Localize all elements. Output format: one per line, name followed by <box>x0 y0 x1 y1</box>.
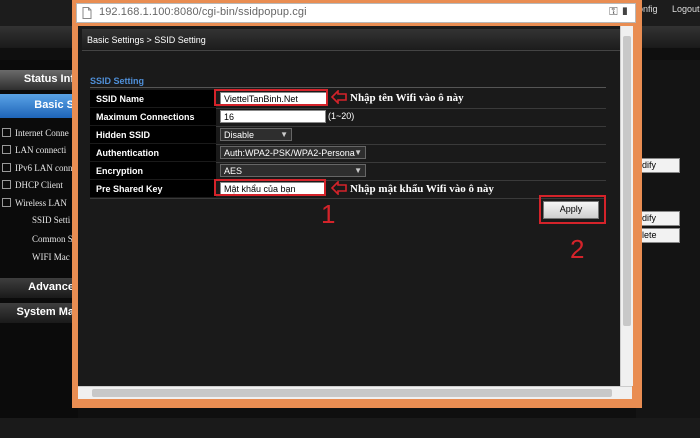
sidebar-item-ipv6-lan[interactable]: IPv6 LAN conn <box>0 163 73 173</box>
hidden-ssid-select[interactable]: Disable ▼ <box>220 128 292 141</box>
horizontal-scrollbar[interactable] <box>78 386 632 399</box>
expand-box-icon <box>2 128 11 137</box>
authentication-select[interactable]: Auth:WPA2-PSK/WPA2-Persona ▼ <box>220 146 366 159</box>
section-divider <box>90 87 606 88</box>
breadcrumb: Basic Settings > SSID Setting <box>82 29 622 51</box>
logout-link[interactable]: Logout <box>672 4 700 14</box>
sidebar-subitem-ssid[interactable]: SSID Setti <box>32 215 70 225</box>
encryption-label: Encryption <box>90 162 216 179</box>
page-icon <box>82 7 92 19</box>
scrollbar-thumb[interactable] <box>623 36 631 326</box>
sidebar-item-lan[interactable]: LAN connecti <box>0 145 66 155</box>
step-number-1: 1 <box>321 199 336 229</box>
sidebar-item-wireless[interactable]: Wireless LAN <box>0 198 67 208</box>
section-title: SSID Setting <box>90 76 145 86</box>
sidebar-item-label: IPv6 LAN conn <box>15 163 73 173</box>
collapse-box-icon <box>2 198 11 207</box>
lock-icon[interactable]: ▮ <box>621 6 629 18</box>
ssid-annotation: Nhập tên Wifi vào ô này <box>350 92 464 104</box>
max-connections-hint: (1~20) <box>328 111 355 121</box>
sidebar-item-internet[interactable]: Internet Conne <box>0 128 69 138</box>
sidebar-advanced[interactable]: Advance <box>0 278 78 298</box>
step-number-2: 2 <box>570 234 585 264</box>
hidden-ssid-label: Hidden SSID <box>90 126 216 143</box>
address-bar-icons: ⚿ ▮ <box>609 6 629 19</box>
max-connections-input[interactable]: 16 <box>220 110 326 123</box>
admin-footer <box>0 418 700 438</box>
max-connections-label: Maximum Connections <box>90 108 216 125</box>
key-annotation: Nhập mật khẩu Wifi vào ô này <box>350 183 494 195</box>
row-encryption: Encryption AES ▼ <box>90 162 606 181</box>
row-max-connections: Maximum Connections 16 (1~20) <box>90 108 606 127</box>
hidden-ssid-value: Disable <box>224 130 255 140</box>
expand-box-icon <box>2 163 11 172</box>
popup-content: Basic Settings > SSID Setting SSID Setti… <box>78 26 632 386</box>
chevron-down-icon: ▼ <box>280 130 288 139</box>
ssid-highlight-box <box>214 89 328 106</box>
row-authentication: Authentication Auth:WPA2-PSK/WPA2-Person… <box>90 144 606 163</box>
row-pre-shared-key: Pre Shared Key Mật khẩu của bạn <box>90 180 606 199</box>
sidebar-system-management[interactable]: System Ma <box>0 303 78 323</box>
sidebar-item-label: DHCP Client <box>15 180 63 190</box>
encryption-value: AES <box>224 166 243 176</box>
ssid-name-label: SSID Name <box>90 90 216 107</box>
url-text: 192.168.1.100:8080/cgi-bin/ssidpopup.cgi <box>99 6 307 18</box>
authentication-value: Auth:WPA2-PSK/WPA2-Persona <box>224 148 355 158</box>
vertical-scrollbar[interactable] <box>620 26 633 386</box>
row-ssid-name: SSID Name ViettelTanBinh.Net <box>90 90 606 109</box>
apply-button[interactable]: Apply <box>543 201 599 219</box>
chevron-down-icon: ▼ <box>354 166 362 175</box>
key-icon[interactable]: ⚿ <box>609 6 617 18</box>
sidebar-item-label: LAN connecti <box>15 145 67 155</box>
arrow-left-icon <box>331 90 347 104</box>
sidebar-item-label: Wireless LAN <box>15 198 67 208</box>
chevron-down-icon: ▼ <box>354 148 362 157</box>
authentication-label: Authentication <box>90 144 216 161</box>
admin-main-area <box>636 60 700 438</box>
expand-box-icon <box>2 180 11 189</box>
address-bar[interactable]: 192.168.1.100:8080/cgi-bin/ssidpopup.cgi… <box>76 3 636 23</box>
sidebar-basic-settings[interactable]: Basic S <box>0 94 78 118</box>
arrow-left-icon <box>331 181 347 195</box>
sidebar-item-dhcp[interactable]: DHCP Client <box>0 180 63 190</box>
sidebar-subitem-common[interactable]: Common S <box>32 234 73 244</box>
key-highlight-box <box>214 179 326 196</box>
pre-shared-key-label: Pre Shared Key <box>90 180 216 197</box>
sidebar-status-info[interactable]: Status Inf <box>0 70 78 90</box>
sidebar-subitem-wifi-mac[interactable]: WIFI Mac <box>32 252 70 262</box>
scrollbar-thumb[interactable] <box>92 389 612 397</box>
encryption-select[interactable]: AES ▼ <box>220 164 366 177</box>
sidebar-item-label: Internet Conne <box>15 128 69 138</box>
expand-box-icon <box>2 145 11 154</box>
row-hidden-ssid: Hidden SSID Disable ▼ <box>90 126 606 145</box>
